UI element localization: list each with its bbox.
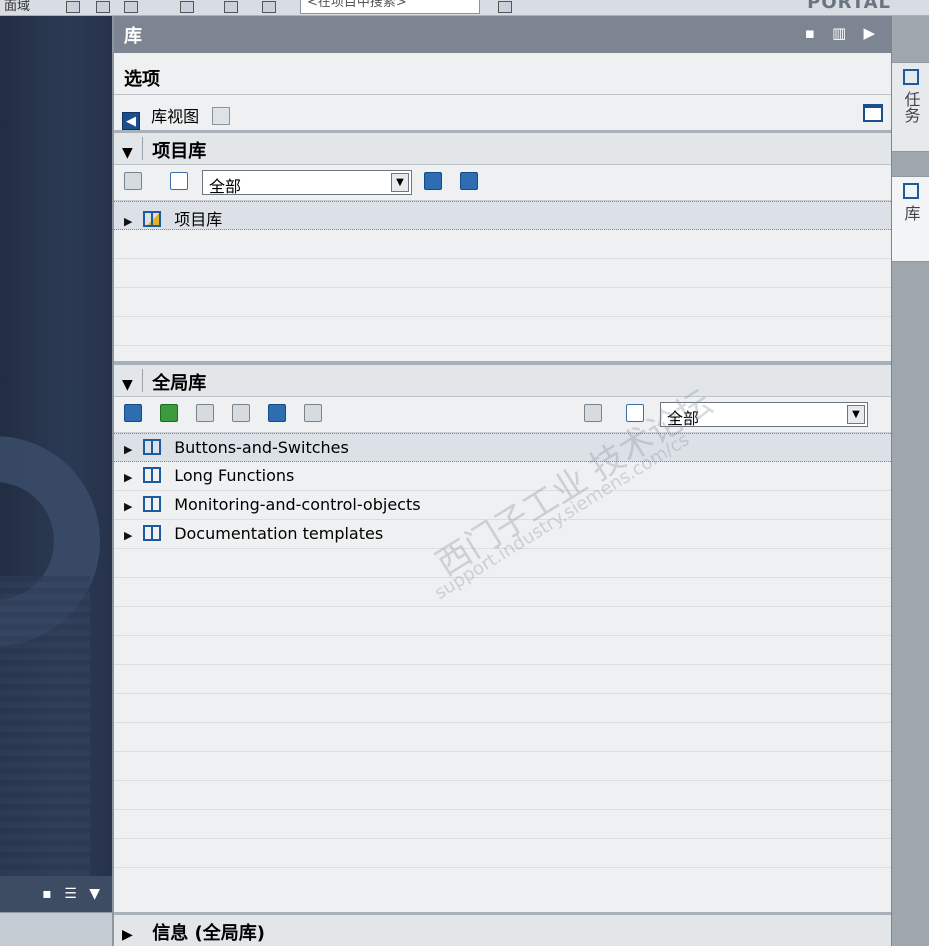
- left-bottom-toolbar: ▪ ☰ ▼: [0, 876, 112, 912]
- expand-triangle-icon[interactable]: ▶: [124, 471, 138, 484]
- project-search-input[interactable]: <在项目中搜索>: [300, 0, 480, 14]
- background-pattern: [0, 576, 90, 876]
- tree-row[interactable]: ▶ Documentation templates: [114, 520, 891, 549]
- project-library-header[interactable]: ▼ 项目库: [114, 133, 891, 165]
- global-library-toolbar: 全部 ▼: [114, 397, 891, 433]
- export-icon[interactable]: [268, 404, 286, 422]
- project-library-title: 项目库: [152, 141, 207, 162]
- chevron-down-icon[interactable]: ▼: [847, 405, 865, 424]
- global-library-header[interactable]: ▼ 全局库: [114, 365, 891, 397]
- tree-row[interactable]: ▶ Long Functions: [114, 462, 891, 491]
- tab-tasks[interactable]: 任务: [892, 62, 929, 152]
- library-book-icon: [143, 496, 162, 512]
- tree-row-label: 项目库: [174, 210, 223, 229]
- left-bottom-icons[interactable]: ▪ ☰ ▼: [42, 886, 104, 902]
- library-panel-header: 库 ▪ ▥ ▶: [114, 16, 891, 53]
- library-view-back-icon[interactable]: ◀: [122, 112, 140, 130]
- expand-triangle-icon[interactable]: ▶: [124, 529, 138, 542]
- toolbar-icon-3[interactable]: [124, 1, 138, 13]
- expand-triangle-icon[interactable]: ▶: [124, 215, 138, 228]
- toolbar-icon-5[interactable]: [224, 1, 238, 13]
- expand-triangle-icon[interactable]: ▶: [124, 443, 138, 456]
- right-tab-strip: 任务 库: [891, 16, 929, 946]
- library-icon: [902, 183, 919, 199]
- close-library-icon[interactable]: [232, 404, 250, 422]
- maximize-icon[interactable]: [863, 104, 883, 122]
- tab-library-label: 库: [901, 205, 921, 221]
- left-bottom-strip: [0, 912, 112, 946]
- project-library-filter-value: 全部: [209, 177, 242, 196]
- library-panel: 库 ▪ ▥ ▶ 选项 ◀ 库视图 ▼ 项目库 全部 ▼ ▶ 项目库 ▼ 全局库 …: [112, 16, 891, 946]
- library-view-label[interactable]: 库视图: [151, 107, 199, 126]
- tab-library[interactable]: 库: [892, 176, 929, 262]
- chevron-right-icon[interactable]: ▶: [122, 927, 140, 943]
- top-toolbar: 面域 <在项目中搜索> PORTAL: [0, 0, 929, 16]
- global-library-filter-select[interactable]: 全部 ▼: [660, 402, 868, 428]
- tree-row-label: Documentation templates: [174, 524, 384, 543]
- tree-row-label: Long Functions: [174, 466, 295, 485]
- save-library-icon[interactable]: [196, 404, 214, 422]
- library-panel-title: 库: [124, 26, 142, 47]
- info-section-header[interactable]: ▶ 信息 (全局库): [114, 912, 891, 946]
- export-icon[interactable]: [424, 172, 442, 190]
- toolbar-icon-4[interactable]: [180, 1, 194, 13]
- list-view-icon[interactable]: [170, 172, 188, 190]
- toolbar-icon-1[interactable]: [66, 1, 80, 13]
- panel-window-controls[interactable]: ▪ ▥ ▶: [805, 24, 881, 42]
- library-book-icon: [143, 467, 162, 483]
- tab-tasks-label: 任务: [901, 91, 921, 123]
- tree-row-label: Buttons-and-Switches: [174, 438, 349, 457]
- global-library-filter-value: 全部: [667, 409, 700, 428]
- import-icon[interactable]: [460, 172, 478, 190]
- options-row: ◀ 库视图: [114, 95, 891, 133]
- library-view-lock-icon[interactable]: [212, 107, 231, 125]
- global-library-title: 全局库: [152, 373, 207, 394]
- options-title: 选项: [114, 53, 891, 95]
- toolbar-left-text: 面域: [4, 0, 31, 14]
- project-library-filter-select[interactable]: 全部 ▼: [202, 170, 412, 196]
- import-icon[interactable]: [304, 404, 322, 422]
- tasks-icon: [902, 69, 919, 85]
- library-properties-icon[interactable]: [584, 404, 602, 422]
- project-library-toolbar: 全部 ▼: [114, 165, 891, 201]
- global-library-tree: ▶ Buttons-and-Switches ▶ Long Functions …: [114, 433, 891, 868]
- open-library-icon[interactable]: [160, 404, 178, 422]
- info-section-title: 信息 (全局库): [152, 923, 266, 944]
- chevron-down-icon[interactable]: ▼: [122, 377, 140, 393]
- left-background: [0, 16, 112, 946]
- library-book-icon: [143, 439, 162, 455]
- tree-row[interactable]: ▶ 项目库: [114, 201, 891, 230]
- global-library-section: ▼ 全局库 全部 ▼ ▶ Buttons-and-Switches ▶ Long…: [114, 365, 891, 873]
- project-library-tree: ▶ 项目库: [114, 201, 891, 361]
- toolbar-icon-6[interactable]: [262, 1, 276, 13]
- tree-row[interactable]: ▶ Buttons-and-Switches: [114, 433, 891, 462]
- chevron-down-icon[interactable]: ▼: [122, 145, 140, 161]
- project-library-book-icon: [143, 211, 162, 227]
- library-book-icon: [143, 525, 162, 541]
- tree-row-label: Monitoring-and-control-objects: [174, 495, 421, 514]
- tree-row[interactable]: ▶ Monitoring-and-control-objects: [114, 491, 891, 520]
- search-go-icon[interactable]: [498, 1, 512, 13]
- expand-triangle-icon[interactable]: ▶: [124, 500, 138, 513]
- new-library-icon[interactable]: [124, 404, 142, 422]
- list-view-icon[interactable]: [626, 404, 644, 422]
- chevron-down-icon[interactable]: ▼: [391, 173, 409, 192]
- project-library-section: ▼ 项目库 全部 ▼ ▶ 项目库: [114, 133, 891, 365]
- left-bottom-bar: ▪ ☰ ▼: [0, 876, 112, 946]
- library-properties-icon[interactable]: [124, 172, 142, 190]
- toolbar-icon-2[interactable]: [96, 1, 110, 13]
- portal-brand: PORTAL: [807, 0, 891, 13]
